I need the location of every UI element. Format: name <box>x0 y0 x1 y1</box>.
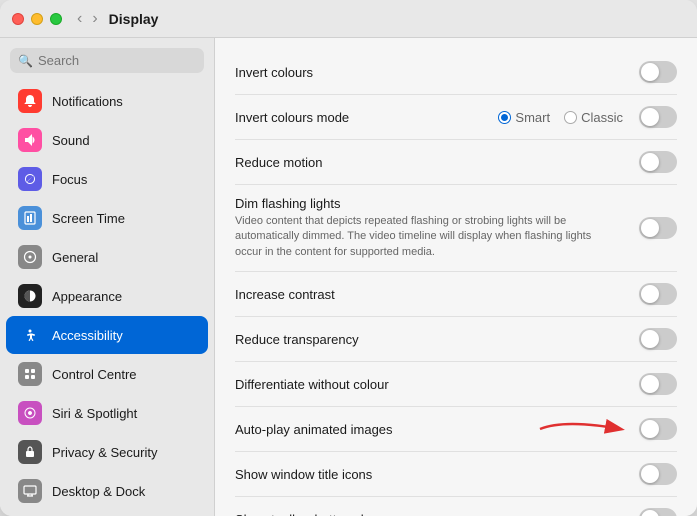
setting-label-reduce-transparency: Reduce transparency <box>235 332 623 347</box>
settings-panel: Invert colours Invert colours mode Smart Cl… <box>215 38 697 516</box>
setting-label-wrap-dim-flashing-lights: Dim flashing lights Video content that de… <box>235 196 623 260</box>
radio-label-classic: Classic <box>581 110 623 125</box>
sidebar-label-accessibility: Accessibility <box>52 328 123 343</box>
search-input[interactable] <box>38 53 196 68</box>
setting-label-increase-contrast: Increase contrast <box>235 287 623 302</box>
setting-row-autoplay-animated: Auto-play animated images <box>235 407 677 452</box>
toggle-increase-contrast[interactable] <box>639 283 677 305</box>
maximize-button[interactable] <box>50 13 62 25</box>
privacy-icon <box>18 440 42 464</box>
setting-label-wrap-invert-colours: Invert colours <box>235 65 623 80</box>
toggle-reduce-transparency[interactable] <box>639 328 677 350</box>
sidebar-label-screentime: Screen Time <box>52 211 125 226</box>
setting-label-wrap-reduce-motion: Reduce motion <box>235 155 623 170</box>
general-icon <box>18 245 42 269</box>
radio-option-classic[interactable]: Classic <box>564 110 623 125</box>
forward-button[interactable]: › <box>89 11 100 27</box>
sidebar-label-controlcentre: Control Centre <box>52 367 137 382</box>
toggle-show-window-title[interactable] <box>639 463 677 485</box>
radio-label-smart: Smart <box>515 110 550 125</box>
setting-row-show-window-title: Show window title icons <box>235 452 677 497</box>
setting-row-differentiate-colour: Differentiate without colour <box>235 362 677 407</box>
toggle-autoplay-animated[interactable] <box>639 418 677 440</box>
sidebar-item-desktop[interactable]: Desktop & Dock <box>6 472 208 510</box>
sidebar: 🔍 Notifications Sound Focus Screen Time Gene… <box>0 38 215 516</box>
siri-icon <box>18 401 42 425</box>
sidebar-item-screentime[interactable]: Screen Time <box>6 199 208 237</box>
setting-label-show-toolbar-shapes: Show toolbar button shapes <box>235 512 623 516</box>
setting-label-show-window-title: Show window title icons <box>235 467 623 482</box>
sidebar-item-privacy[interactable]: Privacy & Security <box>6 433 208 471</box>
sidebar-label-sound: Sound <box>52 133 90 148</box>
setting-label-invert-colours-mode: Invert colours mode <box>235 110 486 125</box>
titlebar: ‹ › Display <box>0 0 697 38</box>
focus-icon <box>18 167 42 191</box>
notifications-icon <box>18 89 42 113</box>
setting-desc-dim-flashing-lights: Video content that depicts repeated flas… <box>235 214 615 260</box>
setting-row-reduce-motion: Reduce motion <box>235 140 677 185</box>
controlcentre-icon <box>18 362 42 386</box>
content-area: 🔍 Notifications Sound Focus Screen Time Gene… <box>0 38 697 516</box>
sidebar-label-desktop: Desktop & Dock <box>52 484 145 499</box>
setting-row-reduce-transparency: Reduce transparency <box>235 317 677 362</box>
settings-list: Invert colours Invert colours mode Smart Cl… <box>215 38 697 516</box>
minimize-button[interactable] <box>31 13 43 25</box>
appearance-icon <box>18 284 42 308</box>
sidebar-label-appearance: Appearance <box>52 289 122 304</box>
setting-label-wrap-increase-contrast: Increase contrast <box>235 287 623 302</box>
sidebar-label-focus: Focus <box>52 172 87 187</box>
setting-row-dim-flashing-lights: Dim flashing lights Video content that de… <box>235 185 677 272</box>
sidebar-label-general: General <box>52 250 98 265</box>
sidebar-item-siri[interactable]: Siri & Spotlight <box>6 394 208 432</box>
setting-row-show-toolbar-shapes: Show toolbar button shapes <box>235 497 677 516</box>
setting-label-wrap-differentiate-colour: Differentiate without colour <box>235 377 623 392</box>
setting-row-invert-colours-mode: Invert colours mode Smart Classic <box>235 95 677 140</box>
setting-label-wrap-reduce-transparency: Reduce transparency <box>235 332 623 347</box>
setting-label-wrap-show-window-title: Show window title icons <box>235 467 623 482</box>
radio-group-invert-colours-mode: Smart Classic <box>498 110 623 125</box>
setting-label-invert-colours: Invert colours <box>235 65 623 80</box>
radio-circle-classic <box>564 111 577 124</box>
setting-label-differentiate-colour: Differentiate without colour <box>235 377 623 392</box>
search-icon: 🔍 <box>18 54 33 68</box>
sidebar-label-privacy: Privacy & Security <box>52 445 157 460</box>
setting-label-dim-flashing-lights: Dim flashing lights <box>235 196 623 211</box>
toggle-invert-colours-mode[interactable] <box>639 106 677 128</box>
sound-icon <box>18 128 42 152</box>
toggle-dim-flashing-lights[interactable] <box>639 217 677 239</box>
main-window: ‹ › Display 🔍 Notifications Sound Focus Scr… <box>0 0 697 516</box>
sidebar-item-notifications[interactable]: Notifications <box>6 82 208 120</box>
toggle-invert-colours[interactable] <box>639 61 677 83</box>
setting-label-wrap-show-toolbar-shapes: Show toolbar button shapes <box>235 512 623 516</box>
setting-row-increase-contrast: Increase contrast <box>235 272 677 317</box>
toggle-differentiate-colour[interactable] <box>639 373 677 395</box>
sidebar-item-focus[interactable]: Focus <box>6 160 208 198</box>
sidebar-items-container: Notifications Sound Focus Screen Time Genera… <box>0 81 214 511</box>
screentime-icon <box>18 206 42 230</box>
arrow-annotation <box>535 414 635 444</box>
toggle-show-toolbar-shapes[interactable] <box>639 508 677 516</box>
radio-option-smart[interactable]: Smart <box>498 110 550 125</box>
desktop-icon <box>18 479 42 503</box>
setting-row-invert-colours: Invert colours <box>235 50 677 95</box>
sidebar-label-siri: Siri & Spotlight <box>52 406 137 421</box>
sidebar-item-appearance[interactable]: Appearance <box>6 277 208 315</box>
setting-label-wrap-invert-colours-mode: Invert colours mode <box>235 110 486 125</box>
sidebar-item-general[interactable]: General <box>6 238 208 276</box>
traffic-lights <box>12 13 62 25</box>
sidebar-label-notifications: Notifications <box>52 94 123 109</box>
setting-label-reduce-motion: Reduce motion <box>235 155 623 170</box>
sidebar-item-controlcentre[interactable]: Control Centre <box>6 355 208 393</box>
radio-circle-smart <box>498 111 511 124</box>
sidebar-item-sound[interactable]: Sound <box>6 121 208 159</box>
page-title: Display <box>109 11 159 27</box>
nav-arrows: ‹ › <box>74 11 101 27</box>
back-button[interactable]: ‹ <box>74 11 85 27</box>
toggle-reduce-motion[interactable] <box>639 151 677 173</box>
accessibility-icon <box>18 323 42 347</box>
search-bar[interactable]: 🔍 <box>10 48 204 73</box>
close-button[interactable] <box>12 13 24 25</box>
sidebar-item-accessibility[interactable]: Accessibility <box>6 316 208 354</box>
